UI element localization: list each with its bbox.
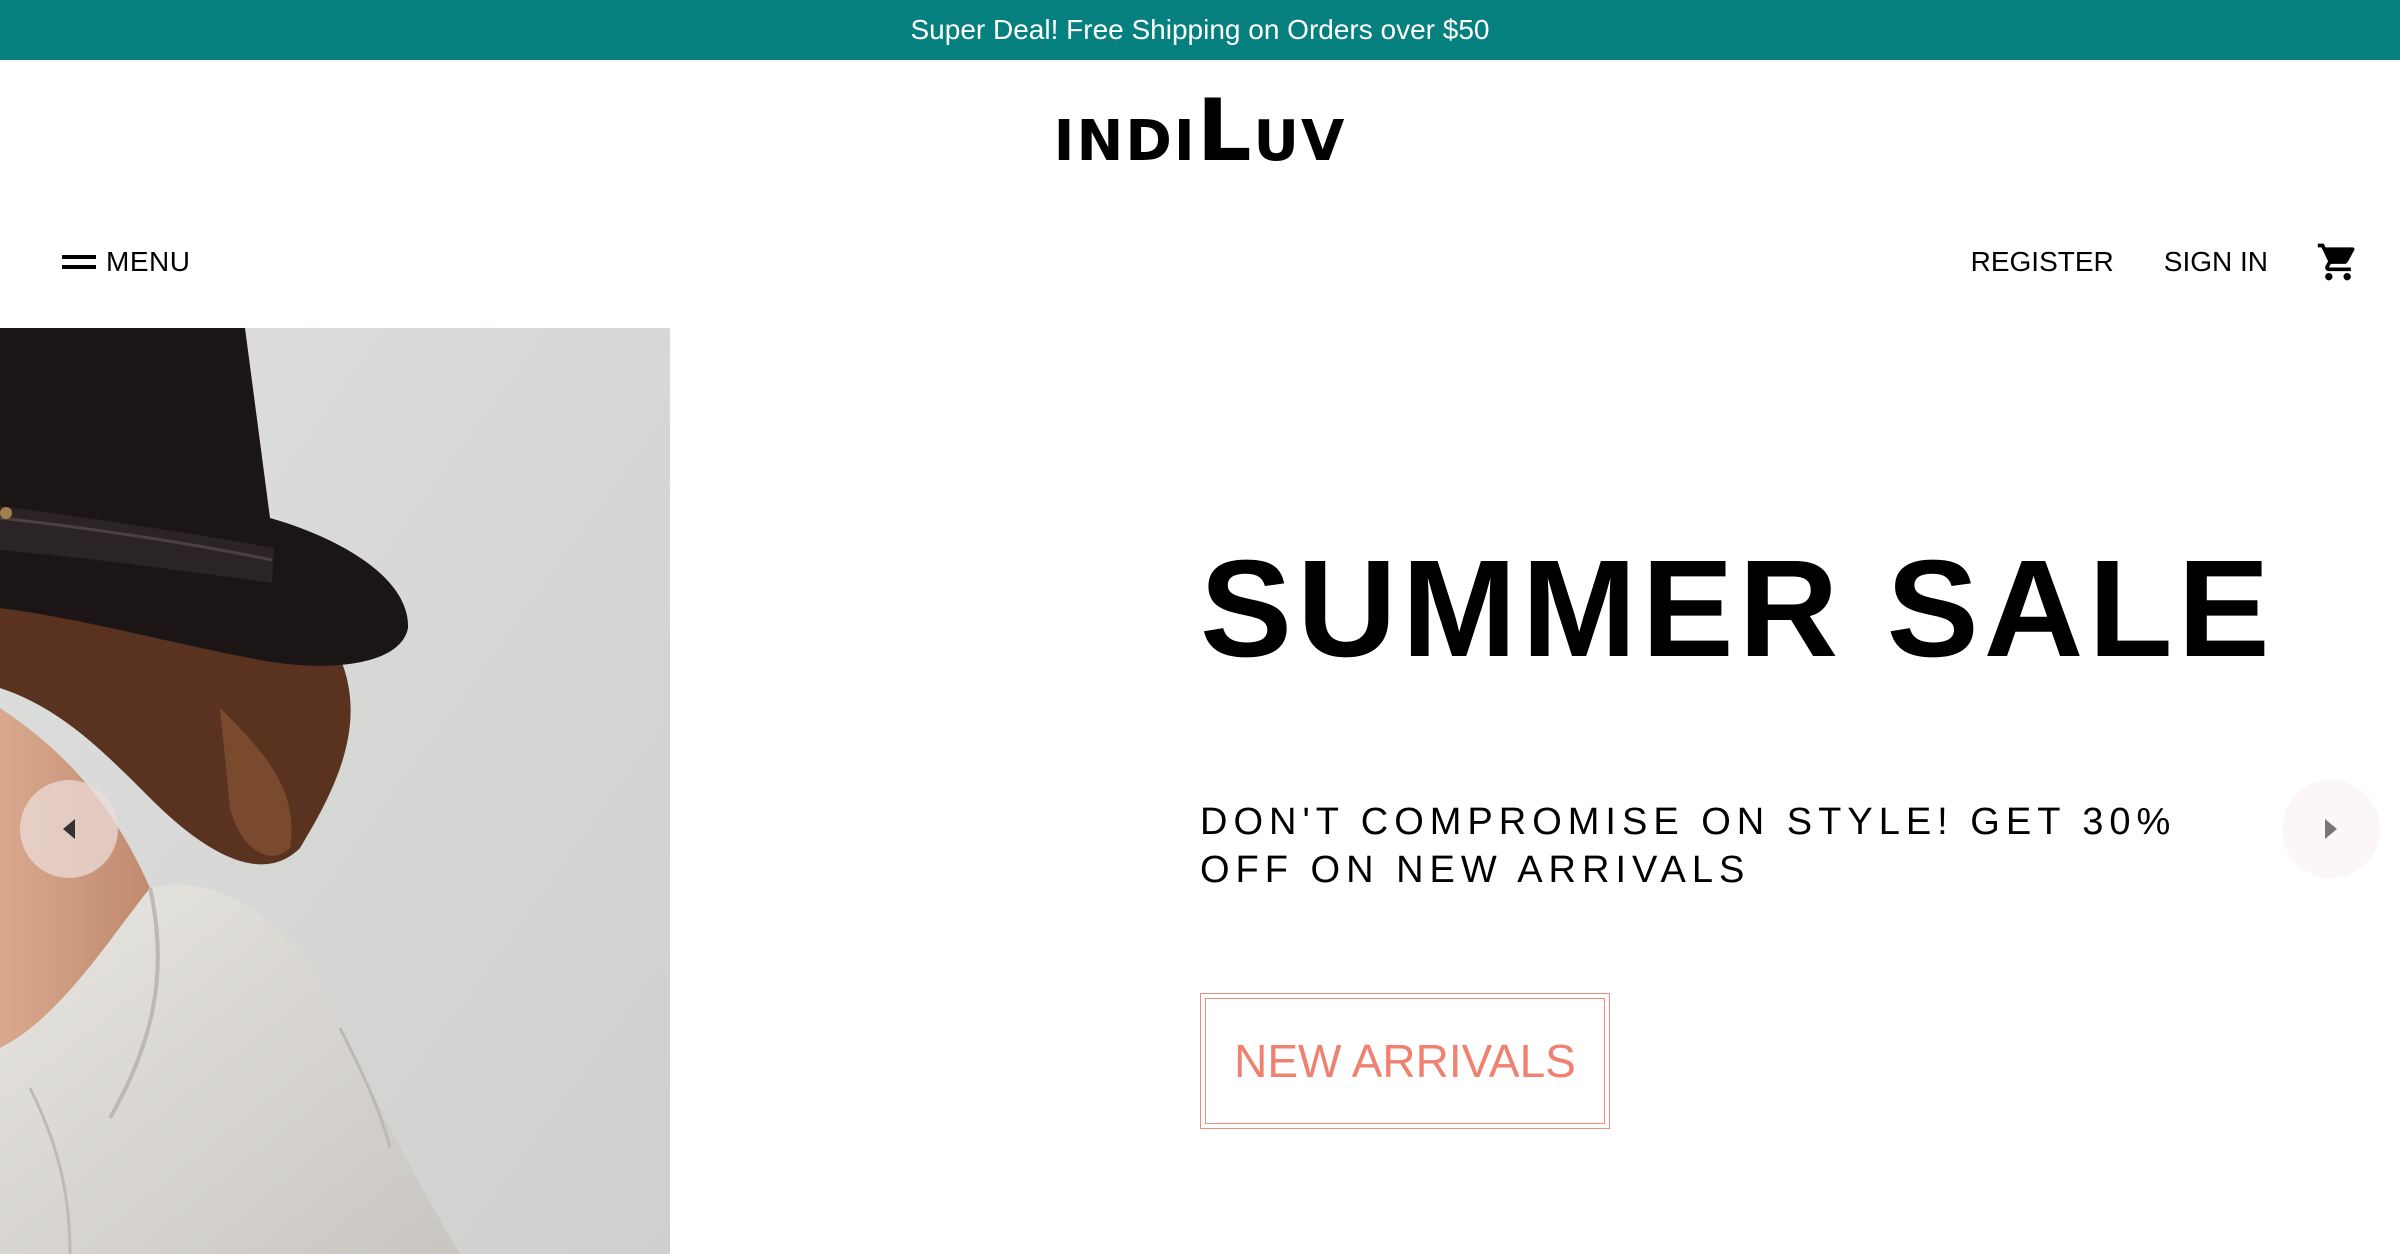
carousel-next-button[interactable] <box>2282 780 2380 878</box>
sign-in-link[interactable]: SIGN IN <box>2164 246 2268 278</box>
account-nav: REGISTER SIGN IN <box>1921 240 2360 284</box>
menu-label: MENU <box>106 246 191 277</box>
brand-logo[interactable]: INDILUV <box>0 88 2400 174</box>
hero-headline: SUMMER SALE <box>1200 532 2275 686</box>
menu-button[interactable]: MENU <box>62 246 190 278</box>
promo-banner: Super Deal! Free Shipping on Orders over… <box>0 0 2400 60</box>
hero-subtext: DON'T COMPROMISE ON STYLE! GET 30% OFF O… <box>1200 801 2177 891</box>
logo-part-uv: UV <box>1253 109 1347 174</box>
logo-part-indi: INDI <box>1053 109 1197 174</box>
register-link[interactable]: REGISTER <box>1971 246 2114 278</box>
chevron-right-icon <box>2325 819 2337 839</box>
new-arrivals-button[interactable]: NEW ARRIVALS <box>1200 993 1610 1129</box>
hamburger-icon <box>62 255 96 269</box>
promo-text: Super Deal! Free Shipping on Orders over… <box>910 14 1490 45</box>
chevron-left-icon <box>63 819 75 839</box>
new-arrivals-label: NEW ARRIVALS <box>1205 998 1605 1124</box>
carousel-prev-button[interactable] <box>20 780 118 878</box>
logo-part-l: L <box>1196 81 1254 181</box>
cart-icon[interactable] <box>2316 240 2360 284</box>
